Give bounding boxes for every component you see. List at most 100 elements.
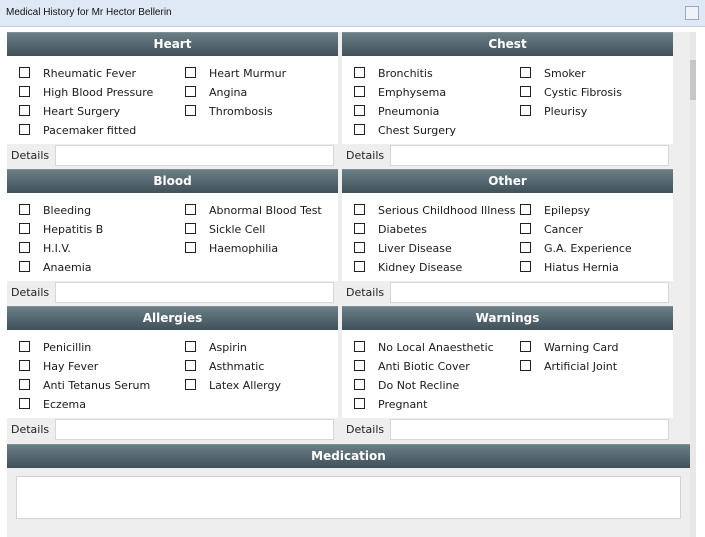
condition-checkbox[interactable]: Heart Surgery — [19, 105, 120, 119]
condition-checkbox[interactable]: Latex Allergy — [185, 379, 281, 393]
condition-checkbox[interactable]: Penicillin — [19, 341, 91, 355]
condition-checkbox[interactable]: High Blood Pressure — [19, 86, 153, 100]
condition-checkbox[interactable]: Anaemia — [19, 261, 92, 275]
condition-checkbox[interactable]: Abnormal Blood Test — [185, 204, 322, 218]
checkbox-box[interactable] — [19, 379, 30, 390]
checkbox-box[interactable] — [354, 360, 365, 371]
condition-checkbox[interactable]: Hiatus Hernia — [520, 261, 619, 275]
warnings-details-input[interactable] — [390, 419, 669, 440]
condition-checkbox[interactable]: Warning Card — [520, 341, 618, 355]
checkbox-label: Anaemia — [43, 261, 92, 274]
checkbox-box[interactable] — [19, 398, 30, 409]
checkbox-box[interactable] — [19, 105, 30, 116]
checkbox-box[interactable] — [185, 67, 196, 78]
condition-checkbox[interactable]: Chest Surgery — [354, 124, 456, 138]
checkbox-box[interactable] — [19, 86, 30, 97]
condition-checkbox[interactable]: Asthmatic — [185, 360, 264, 374]
medication-input[interactable] — [16, 476, 681, 519]
condition-checkbox[interactable]: Serious Childhood Illness — [354, 204, 515, 218]
condition-checkbox[interactable]: No Local Anaesthetic — [354, 341, 494, 355]
window-control-button[interactable] — [685, 6, 699, 20]
condition-checkbox[interactable]: Do Not Recline — [354, 379, 459, 393]
checkbox-box[interactable] — [19, 242, 30, 253]
condition-checkbox[interactable]: Smoker — [520, 67, 586, 81]
other-details-input[interactable] — [390, 282, 669, 303]
checkbox-box[interactable] — [354, 67, 365, 78]
condition-checkbox[interactable]: Hay Fever — [19, 360, 98, 374]
checkbox-box[interactable] — [19, 67, 30, 78]
condition-checkbox[interactable]: Sickle Cell — [185, 223, 265, 237]
checkbox-box[interactable] — [19, 204, 30, 215]
blood-details-input[interactable] — [55, 282, 334, 303]
checkbox-box[interactable] — [185, 86, 196, 97]
condition-checkbox[interactable]: Eczema — [19, 398, 86, 412]
condition-checkbox[interactable]: Kidney Disease — [354, 261, 462, 275]
checkbox-box[interactable] — [354, 86, 365, 97]
condition-checkbox[interactable]: Bleeding — [19, 204, 91, 218]
condition-checkbox[interactable]: Liver Disease — [354, 242, 452, 256]
checkbox-box[interactable] — [520, 86, 531, 97]
condition-checkbox[interactable]: Pneumonia — [354, 105, 439, 119]
checkbox-box[interactable] — [185, 105, 196, 116]
heart-details-input[interactable] — [55, 145, 334, 166]
checkbox-box[interactable] — [185, 204, 196, 215]
checkbox-box[interactable] — [185, 379, 196, 390]
condition-checkbox[interactable]: Diabetes — [354, 223, 427, 237]
checkbox-box[interactable] — [520, 242, 531, 253]
checkbox-box[interactable] — [520, 223, 531, 234]
checkbox-box[interactable] — [520, 360, 531, 371]
checkbox-box[interactable] — [19, 223, 30, 234]
condition-checkbox[interactable]: Aspirin — [185, 341, 247, 355]
checkbox-box[interactable] — [185, 360, 196, 371]
condition-checkbox[interactable]: Cystic Fibrosis — [520, 86, 622, 100]
checkbox-box[interactable] — [354, 105, 365, 116]
condition-checkbox[interactable]: Haemophilia — [185, 242, 278, 256]
checkbox-box[interactable] — [354, 242, 365, 253]
checkbox-box[interactable] — [520, 204, 531, 215]
checkbox-box[interactable] — [19, 261, 30, 272]
checkbox-label: Thrombosis — [209, 105, 273, 118]
condition-checkbox[interactable]: Emphysema — [354, 86, 446, 100]
condition-checkbox[interactable]: G.A. Experience — [520, 242, 632, 256]
condition-checkbox[interactable]: Angina — [185, 86, 247, 100]
condition-checkbox[interactable]: Heart Murmur — [185, 67, 286, 81]
checkbox-box[interactable] — [185, 242, 196, 253]
condition-checkbox[interactable]: Anti Tetanus Serum — [19, 379, 150, 393]
checkbox-box[interactable] — [354, 204, 365, 215]
condition-checkbox[interactable]: Epilepsy — [520, 204, 590, 218]
checkbox-box[interactable] — [354, 261, 365, 272]
checkbox-box[interactable] — [520, 261, 531, 272]
checkbox-box[interactable] — [19, 341, 30, 352]
condition-checkbox[interactable]: Hepatitis B — [19, 223, 103, 237]
condition-checkbox[interactable]: Pacemaker fitted — [19, 124, 136, 138]
checkbox-box[interactable] — [185, 223, 196, 234]
checkbox-box[interactable] — [520, 105, 531, 116]
checkbox-box[interactable] — [19, 360, 30, 371]
checkbox-box[interactable] — [185, 341, 196, 352]
vertical-scrollbar[interactable] — [690, 32, 696, 537]
checkbox-box[interactable] — [354, 379, 365, 390]
condition-checkbox[interactable]: Anti Biotic Cover — [354, 360, 470, 374]
checkbox-box[interactable] — [19, 124, 30, 135]
condition-checkbox[interactable]: Pregnant — [354, 398, 427, 412]
checkbox-label: Artificial Joint — [544, 360, 618, 373]
condition-checkbox[interactable]: Rheumatic Fever — [19, 67, 136, 81]
checkbox-box[interactable] — [520, 67, 531, 78]
condition-checkbox[interactable]: Pleurisy — [520, 105, 587, 119]
condition-checkbox[interactable]: Artificial Joint — [520, 360, 617, 374]
scrollbar-thumb[interactable] — [690, 60, 696, 100]
allergies-details-input[interactable] — [55, 419, 334, 440]
checkbox-box[interactable] — [354, 398, 365, 409]
checkbox-box[interactable] — [354, 341, 365, 352]
condition-checkbox[interactable]: Bronchitis — [354, 67, 433, 81]
condition-checkbox[interactable]: H.I.V. — [19, 242, 71, 256]
checkbox-label: Sickle Cell — [209, 223, 266, 236]
checkbox-label: Pregnant — [378, 398, 428, 411]
checkbox-label: Eczema — [43, 398, 86, 411]
chest-details-input[interactable] — [390, 145, 669, 166]
checkbox-box[interactable] — [354, 124, 365, 135]
condition-checkbox[interactable]: Cancer — [520, 223, 583, 237]
checkbox-box[interactable] — [354, 223, 365, 234]
condition-checkbox[interactable]: Thrombosis — [185, 105, 273, 119]
checkbox-box[interactable] — [520, 341, 531, 352]
